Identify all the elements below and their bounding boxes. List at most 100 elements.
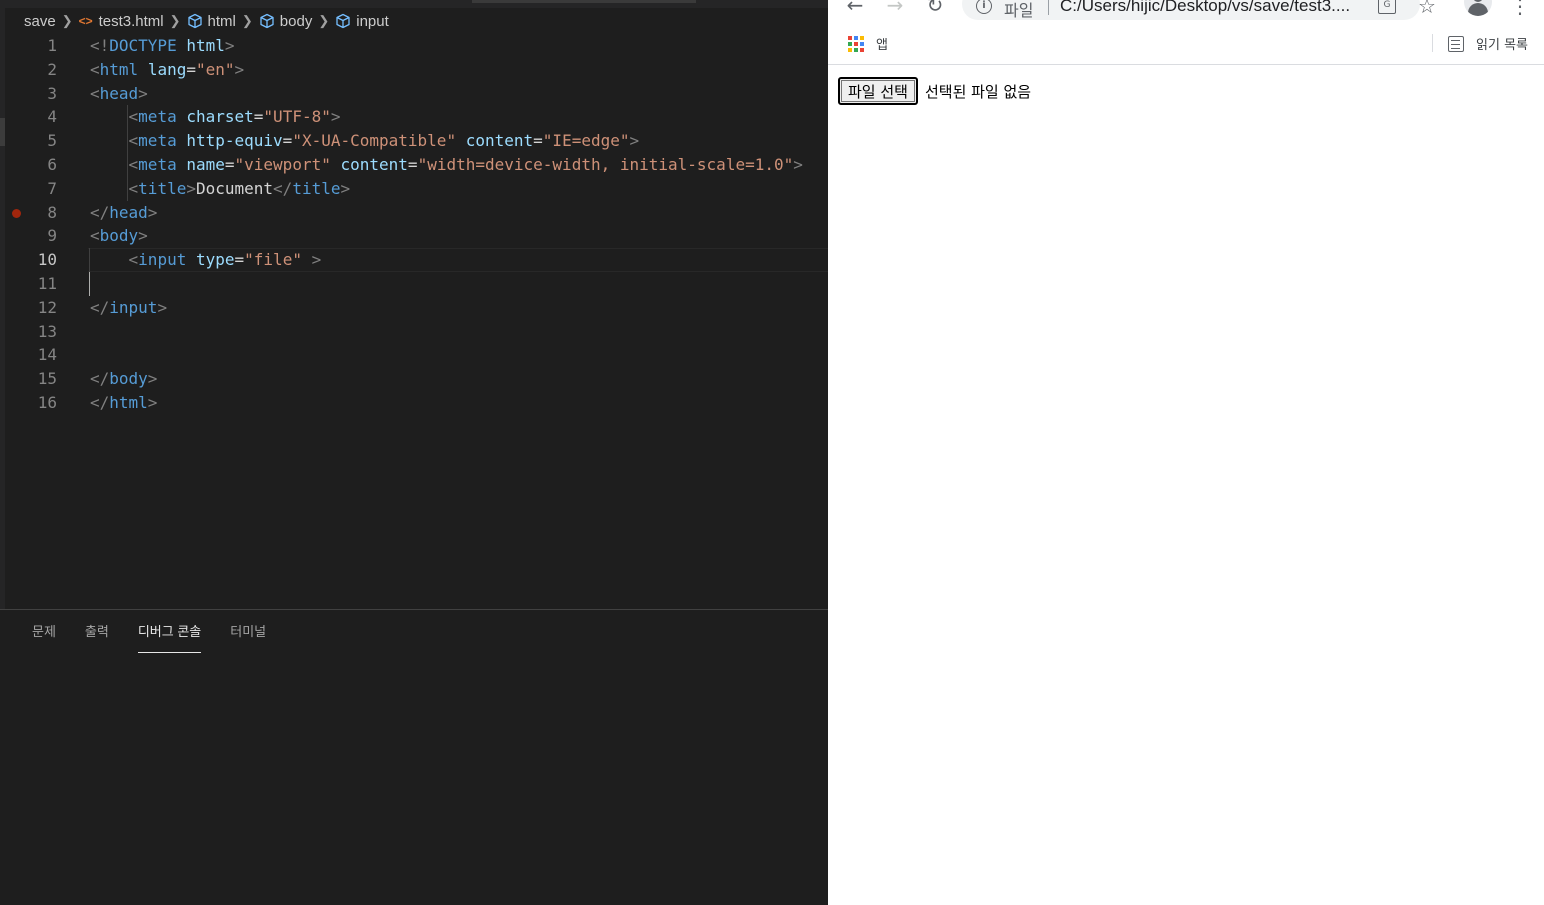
line-number: 12 (37, 297, 57, 317)
code-line[interactable]: 16 </html> (0, 391, 828, 415)
code-token: > (224, 36, 235, 55)
code-token: = (224, 154, 235, 174)
code-line[interactable]: 12 </input> (0, 296, 828, 320)
avatar-icon[interactable] (1464, 0, 1492, 16)
line-number: 13 (37, 321, 57, 341)
chevron-right-icon: ❯ (241, 13, 253, 28)
code-text: <!DOCTYPE html> (90, 34, 235, 58)
code-token: content (465, 131, 534, 151)
code-token: > (138, 83, 148, 103)
code-line[interactable]: 5 <meta http-equiv="X-UA-Compatible" con… (0, 129, 828, 153)
code-line[interactable]: 3 <head> (0, 82, 828, 106)
code-line[interactable]: 15 </body> (0, 367, 828, 391)
code-token: lang (147, 59, 187, 79)
code-token: head (109, 202, 148, 222)
breadcrumb-item-html[interactable]: html (187, 13, 236, 30)
star-icon[interactable]: ☆ (1418, 0, 1436, 18)
code-token: > (186, 178, 196, 198)
code-token: meta (138, 131, 177, 151)
code-text: <meta name="viewport" content="width=dev… (90, 153, 803, 177)
code-text: </input> (90, 296, 167, 320)
panel-tab[interactable]: 출력 (85, 622, 109, 653)
code-token: > (147, 369, 158, 389)
code-token: > (629, 131, 640, 151)
apps-shortcut[interactable]: 앱 (848, 34, 888, 53)
editor-tab-strip (0, 0, 828, 8)
code-token: input (138, 250, 187, 270)
code-token: type (195, 250, 235, 270)
code-area[interactable]: 1 <!DOCTYPE html> 2 <html lang="en"> 3 <head>… (0, 34, 828, 415)
avatar-head (1473, 0, 1483, 2)
code-line[interactable]: 6 <meta name="viewport" content="width=d… (0, 153, 828, 177)
chevron-right-icon: ❯ (61, 13, 73, 28)
breadcrumb-item-body[interactable]: body (259, 13, 312, 30)
code-token: html (186, 36, 225, 55)
address-divider (1048, 0, 1049, 15)
breadcrumb-item-input[interactable]: input (335, 13, 389, 30)
code-line[interactable]: 13 (0, 320, 828, 344)
breadcrumb-item-label: html (207, 12, 236, 30)
code-line[interactable]: 8 </head> (0, 201, 828, 225)
kebab-menu-icon[interactable]: ⋮ (1510, 0, 1530, 18)
indent-guide (127, 105, 128, 201)
code-token: = (533, 131, 543, 151)
code-line[interactable]: 11 (0, 272, 828, 296)
code-token: "en" (195, 59, 235, 79)
code-token: = (186, 59, 196, 79)
code-token: > (330, 107, 341, 127)
bookmarks-separator (1432, 34, 1434, 52)
line-number: 14 (37, 345, 57, 365)
browser-toolbar: ← → ↻ i 파일 C:/Users/hijic/Desktop/vs/sav… (828, 0, 1544, 26)
code-token: </ (90, 297, 110, 317)
file-input[interactable]: 파일 선택 선택된 파일 없음 (838, 77, 1031, 105)
address-bar[interactable]: i 파일 C:/Users/hijic/Desktop/vs/save/test… (962, 0, 1420, 20)
reload-icon[interactable]: ↻ (922, 0, 948, 16)
code-line[interactable]: 2 <html lang="en"> (0, 58, 828, 82)
code-token: < (90, 59, 100, 79)
code-editor[interactable]: save ❯ <> test3.html ❯ html ❯ body ❯ input 1 <… (0, 0, 828, 905)
panel-tab[interactable]: 디버그 콘솔 (137, 622, 202, 653)
code-line[interactable]: 10 <input type="file" > (0, 248, 828, 272)
code-token: > (147, 202, 158, 222)
breadcrumb-folder[interactable]: save (24, 13, 56, 30)
cube-icon (260, 13, 274, 29)
url-text[interactable]: C:/Users/hijic/Desktop/vs/save/test3.... (1060, 0, 1372, 16)
breadcrumb-symbols: ❯ html ❯ body ❯ input (164, 13, 389, 30)
panel-tabs: 문제 출력 디버그 콘솔 터미널 (32, 622, 295, 653)
choose-file-button[interactable]: 파일 선택 (838, 77, 918, 105)
arrow-left-icon[interactable]: ← (842, 0, 868, 16)
indent-guide (89, 248, 90, 272)
breadcrumb-file[interactable]: <> test3.html (79, 13, 164, 30)
code-token: title (292, 178, 341, 198)
panel-tab[interactable]: 터미널 (230, 622, 266, 653)
reading-list-icon (1448, 35, 1465, 52)
breadcrumb: save ❯ <> test3.html ❯ html ❯ body ❯ input (24, 10, 389, 32)
code-text: </html> (90, 391, 157, 415)
code-line[interactable]: 14 (0, 343, 828, 367)
arrow-right-icon[interactable]: → (882, 0, 908, 16)
panel-tab[interactable]: 문제 (32, 622, 56, 653)
code-token: </ (90, 392, 110, 412)
code-line[interactable]: 4 <meta charset="UTF-8"> (0, 105, 828, 129)
code-text: </head> (90, 201, 157, 225)
code-line[interactable]: 7 <title>Document</title> (0, 177, 828, 201)
translate-icon[interactable]: G (1378, 0, 1396, 14)
code-token: < (128, 250, 139, 270)
code-token: > (147, 392, 158, 412)
reading-list-button[interactable]: 읽기 목록 (1432, 34, 1528, 53)
code-text: <html lang="en"> (90, 58, 244, 82)
code-token: < (128, 154, 139, 174)
code-token: > (157, 297, 168, 317)
line-number: 7 (47, 178, 57, 198)
code-line[interactable]: 9 <body> (0, 224, 828, 248)
code-line[interactable]: 1 <!DOCTYPE html> (0, 34, 828, 58)
tab-strip-scrollbar[interactable] (472, 0, 696, 3)
info-icon[interactable]: i (976, 0, 992, 14)
code-token: "file" (244, 250, 302, 270)
